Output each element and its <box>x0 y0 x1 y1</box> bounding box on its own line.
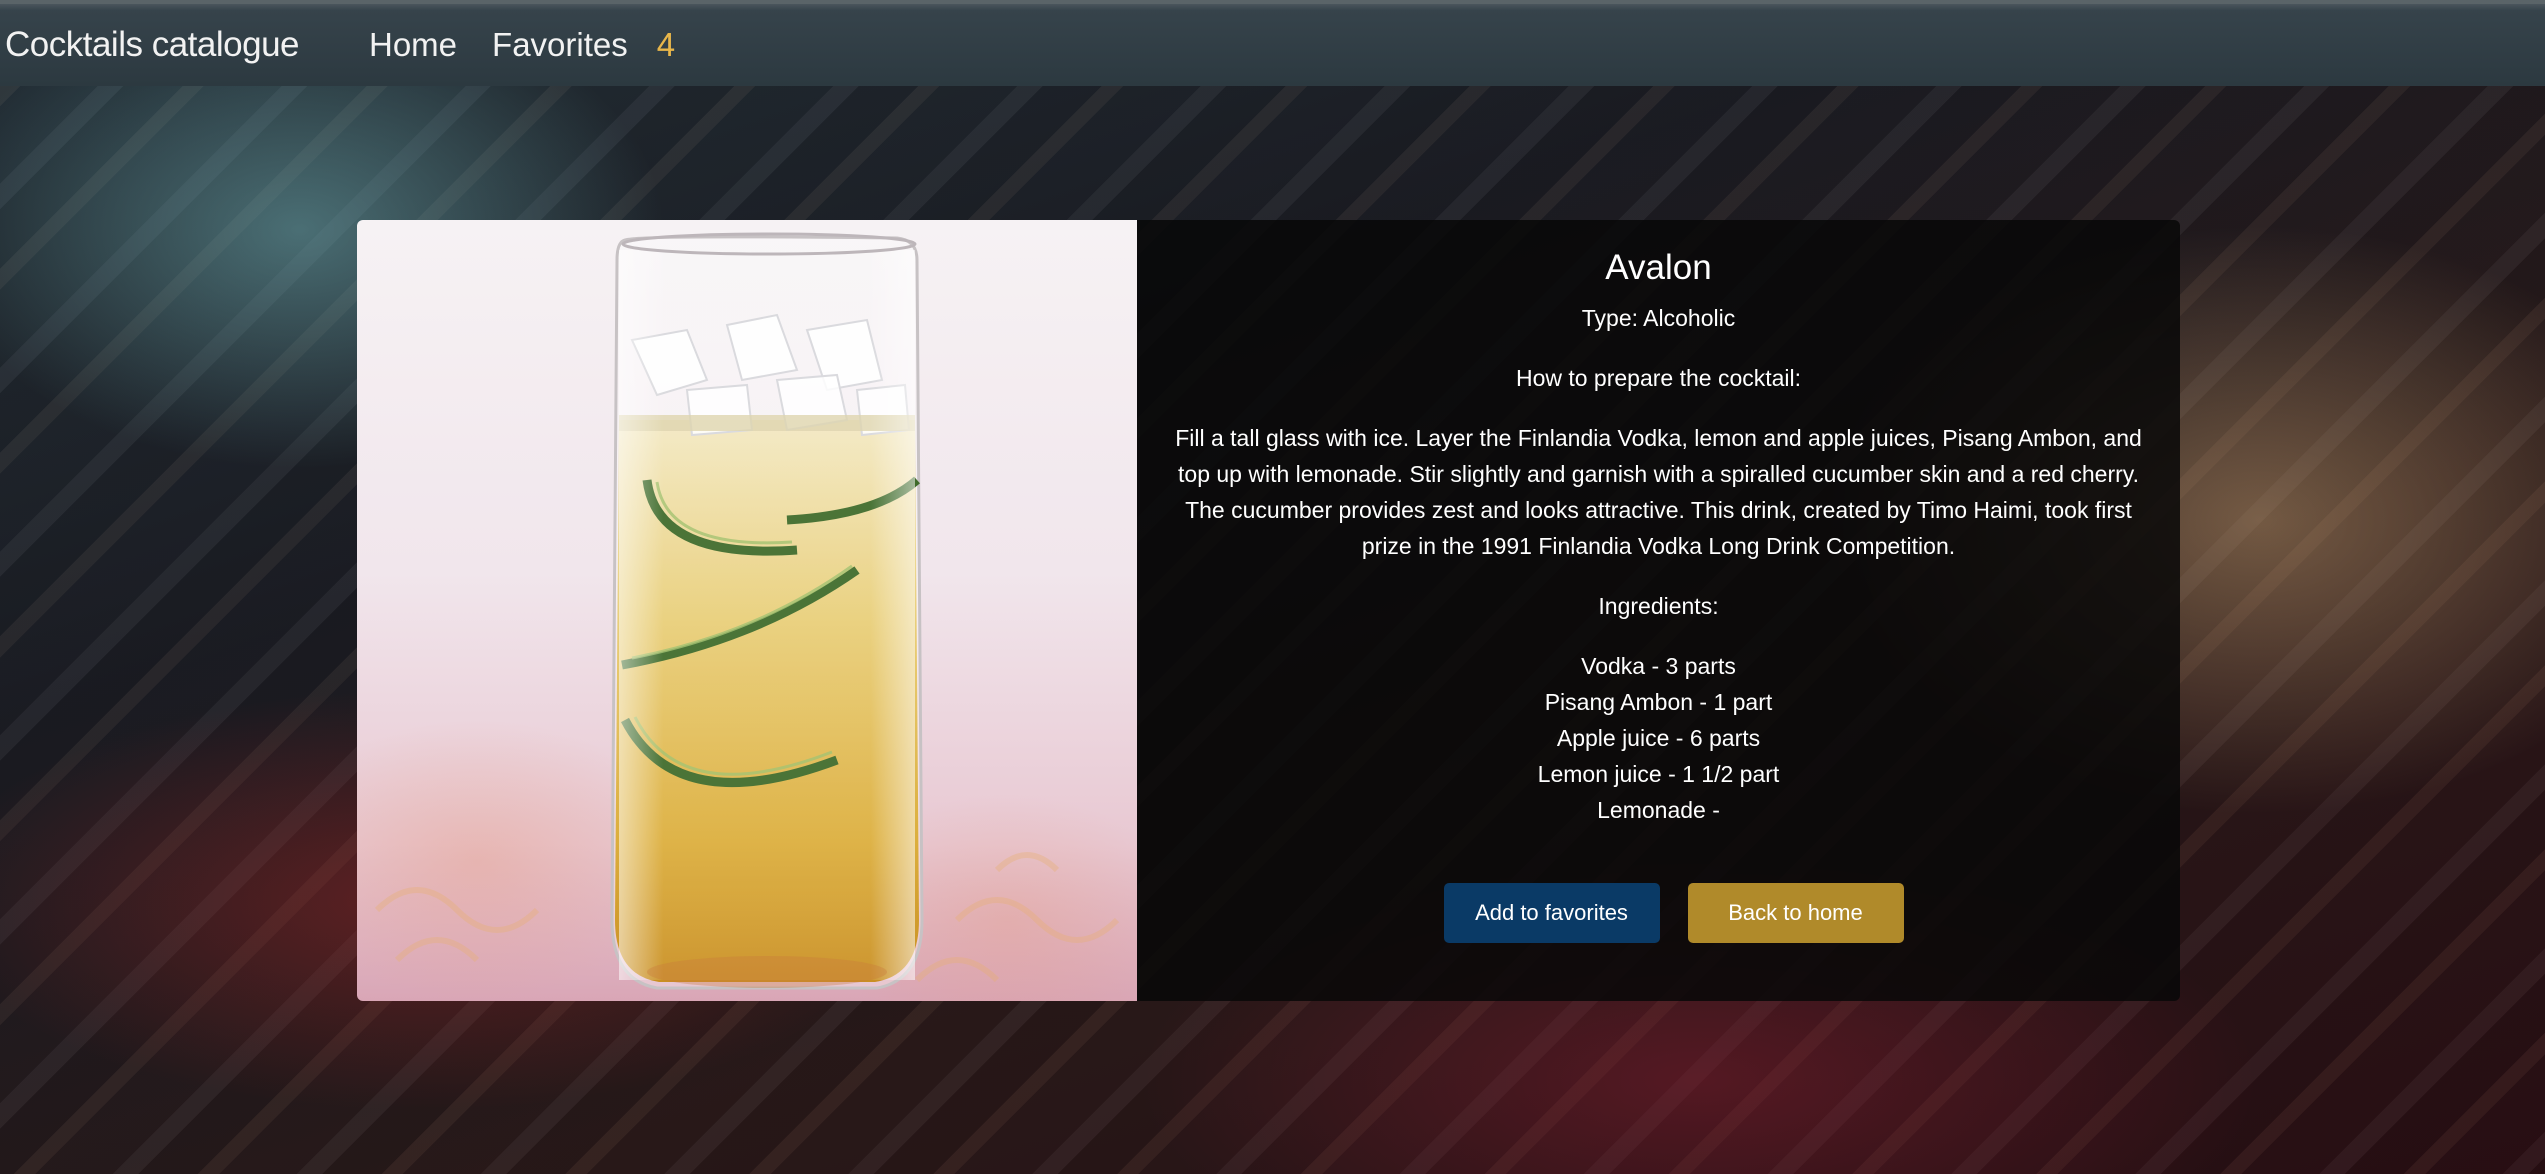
brand-link[interactable]: Cocktails catalogue <box>5 25 300 65</box>
ingredient-item: Apple juice - 6 parts <box>1556 725 1761 751</box>
cocktail-type: Type: Alcoholic <box>1581 305 1736 331</box>
navbar: Cocktails catalogue Home Favorites 4 <box>0 0 2545 86</box>
cocktail-card: Avalon Type: Alcoholic How to prepare th… <box>357 220 2180 1001</box>
ingredient-item: Pisang Ambon - 1 part <box>1544 689 1773 715</box>
prepare-heading: How to prepare the cocktail: <box>1515 365 1802 391</box>
nav-favorites-link[interactable]: Favorites <box>492 26 628 64</box>
cocktail-image <box>357 220 1137 1001</box>
cocktail-instructions: Fill a tall glass with ice. Layer the Fi… <box>1175 425 2142 559</box>
nav-home-link[interactable]: Home <box>369 26 457 64</box>
back-to-home-button[interactable]: Back to home <box>1687 883 1904 943</box>
ingredient-item: Vodka - 3 parts <box>1581 653 1736 679</box>
ingredient-item: Lemonade - <box>1597 797 1720 823</box>
ingredients-heading: Ingredients: <box>1598 593 1719 619</box>
add-to-favorites-button[interactable]: Add to favorites <box>1443 883 1660 943</box>
action-buttons: Add to favorites Back to home <box>1137 883 2180 943</box>
cocktail-glass-illustration <box>374 232 1120 990</box>
nav-links: Home Favorites 4 <box>369 26 675 64</box>
ingredients-list: Vodka - 3 parts Pisang Ambon - 1 part Ap… <box>1137 648 2180 828</box>
cocktail-name: Avalon <box>1605 248 1712 287</box>
cocktail-details: Avalon Type: Alcoholic How to prepare th… <box>1137 220 2180 1001</box>
ingredient-item: Lemon juice - 1 1/2 part <box>1537 761 1780 787</box>
favorites-count-badge: 4 <box>656 26 676 63</box>
